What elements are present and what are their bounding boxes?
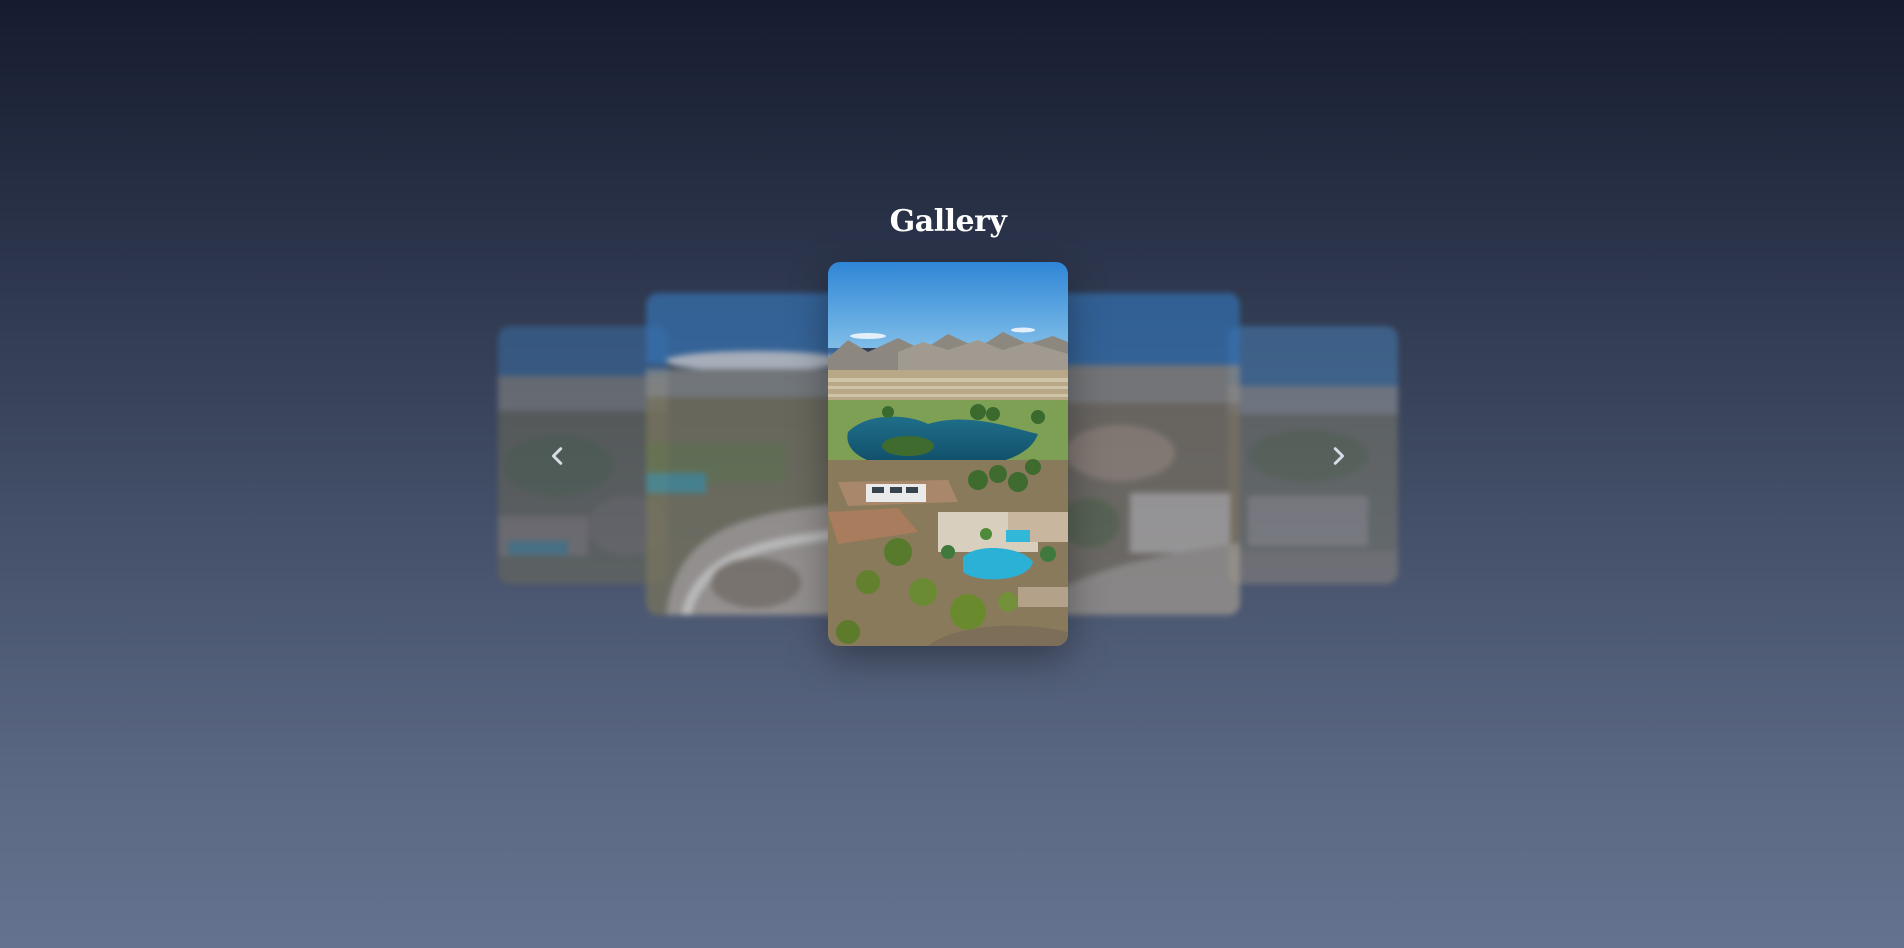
prev-button[interactable]: [540, 438, 576, 474]
chevron-left-icon: [551, 447, 563, 465]
gallery-slide-active[interactable]: [828, 262, 1068, 646]
aerial-photo: [1228, 326, 1398, 584]
next-button[interactable]: [1320, 438, 1356, 474]
gallery-carousel: [0, 0, 1904, 948]
aerial-photo: [1050, 293, 1240, 615]
gallery-slide[interactable]: [646, 293, 846, 615]
aerial-photo: [646, 293, 846, 615]
chevron-right-icon: [1333, 447, 1345, 465]
gallery-slide[interactable]: [498, 326, 668, 584]
gallery-slide[interactable]: [1050, 293, 1240, 615]
aerial-photo: [828, 262, 1068, 646]
aerial-photo: [498, 326, 668, 584]
gallery-slide[interactable]: [1228, 326, 1398, 584]
